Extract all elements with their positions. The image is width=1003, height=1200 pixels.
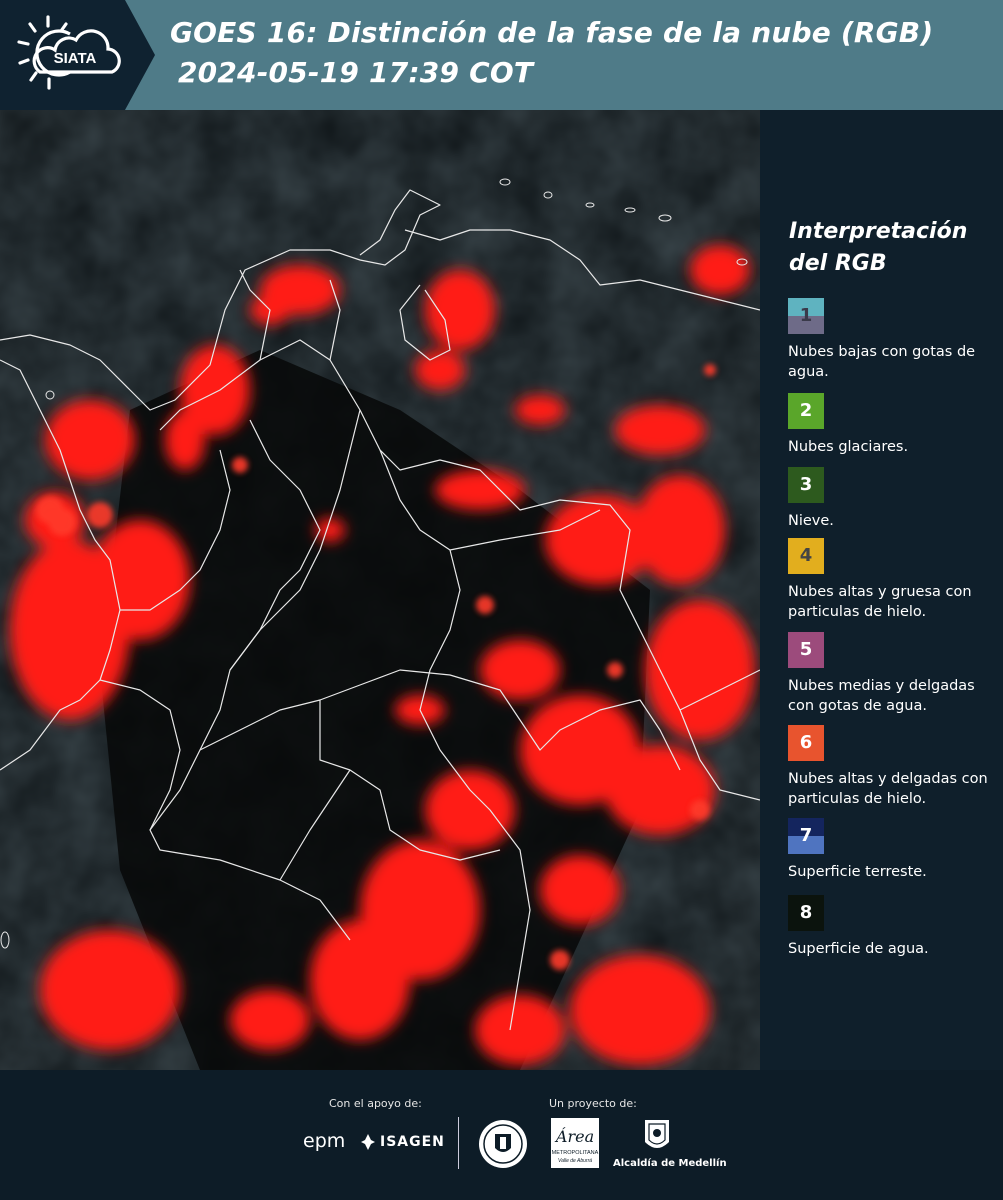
legend-swatch-3: 3 (788, 467, 824, 503)
footer-divider (458, 1117, 459, 1169)
legend-swatch-1: 1 (788, 298, 824, 334)
footer: Con el apoyo de: Un proyecto de: epm ISA… (0, 1070, 1003, 1200)
area-metro-valle: Valle de Aburrá (558, 1158, 592, 1164)
legend-label-8: Superficie de agua. (788, 941, 929, 957)
map-title: GOES 16: Distinción de la fase de la nub… (170, 16, 934, 49)
legend-title-line1: Interpretación (789, 219, 968, 244)
legend-item-5: 5 Nubes medias y delgadas con gotas de a… (788, 632, 998, 716)
legend-item-7: 7 Superficie terreste. (788, 818, 998, 882)
gobernacion-seal-icon (479, 1120, 527, 1168)
legend-label-4: Nubes altas y gruesa con particulas de h… (788, 584, 972, 620)
legend-swatch-7: 7 (788, 818, 824, 854)
legend-item-6: 6 Nubes altas y delgadas con particulas … (788, 725, 998, 809)
legend-label-2: Nubes glaciares. (788, 439, 909, 455)
legend-number-1: 1 (799, 305, 813, 326)
map-datetime: 2024-05-19 17:39 COT (178, 56, 534, 89)
rgb-legend: Interpretación del RGB 1 Nubes bajas con… (760, 110, 1003, 1070)
rgb-cloud-phase-image (0, 110, 760, 1070)
siata-logo-icon: SIATA (0, 0, 155, 110)
legend-title: Interpretación del RGB (789, 216, 967, 280)
legend-number-7: 7 (799, 825, 813, 846)
legend-swatch-4: 4 (788, 538, 824, 574)
legend-label-6: Nubes altas y delgadas con particulas de… (788, 771, 988, 807)
legend-number-8: 8 (799, 902, 813, 923)
isagen-logo-icon (361, 1134, 375, 1150)
legend-number-2: 2 (799, 400, 813, 421)
legend-item-2: 2 Nubes glaciares. (788, 393, 998, 457)
legend-swatch-2: 2 (788, 393, 824, 429)
alcaldia-name: Alcaldía de Medellín (613, 1158, 727, 1169)
area-metro-subtitle: METROPOLITANA (552, 1150, 599, 1156)
legend-title-line2: del RGB (789, 251, 887, 276)
legend-item-4: 4 Nubes altas y gruesa con particulas de… (788, 538, 998, 622)
epm-logo: epm (303, 1130, 346, 1152)
legend-swatch-6: 6 (788, 725, 824, 761)
legend-item-8: 8 Superficie de agua. (788, 895, 998, 959)
legend-number-6: 6 (799, 732, 813, 753)
legend-number-3: 3 (799, 474, 813, 495)
legend-swatch-5: 5 (788, 632, 824, 668)
legend-label-1: Nubes bajas con gotas de agua. (788, 344, 976, 380)
siata-logo-panel: SIATA (0, 0, 155, 110)
legend-item-3: 3 Nieve. (788, 467, 998, 531)
legend-label-3: Nieve. (788, 513, 834, 529)
support-label: Con el apoyo de: (329, 1097, 422, 1110)
project-label: Un proyecto de: (549, 1097, 637, 1110)
legend-swatch-8: 8 (788, 895, 824, 931)
legend-label-5: Nubes medias y delgadas con gotas de agu… (788, 678, 975, 714)
area-metro-name: Área (554, 1126, 594, 1146)
legend-item-1: 1 Nubes bajas con gotas de agua. (788, 298, 998, 382)
siata-logo-text: SIATA (54, 50, 97, 67)
satellite-map[interactable] (0, 110, 760, 1070)
area-metropolitana-logo-icon: Área METROPOLITANA Valle de Aburrá (551, 1118, 599, 1168)
alcaldia-shield-icon (645, 1120, 669, 1148)
legend-label-7: Superficie terreste. (788, 864, 927, 880)
isagen-logo: ISAGEN (380, 1134, 445, 1150)
legend-number-4: 4 (799, 545, 813, 566)
legend-number-5: 5 (799, 639, 813, 660)
header-bar: SIATA GOES 16: Distinción de la fase de … (0, 0, 1003, 110)
